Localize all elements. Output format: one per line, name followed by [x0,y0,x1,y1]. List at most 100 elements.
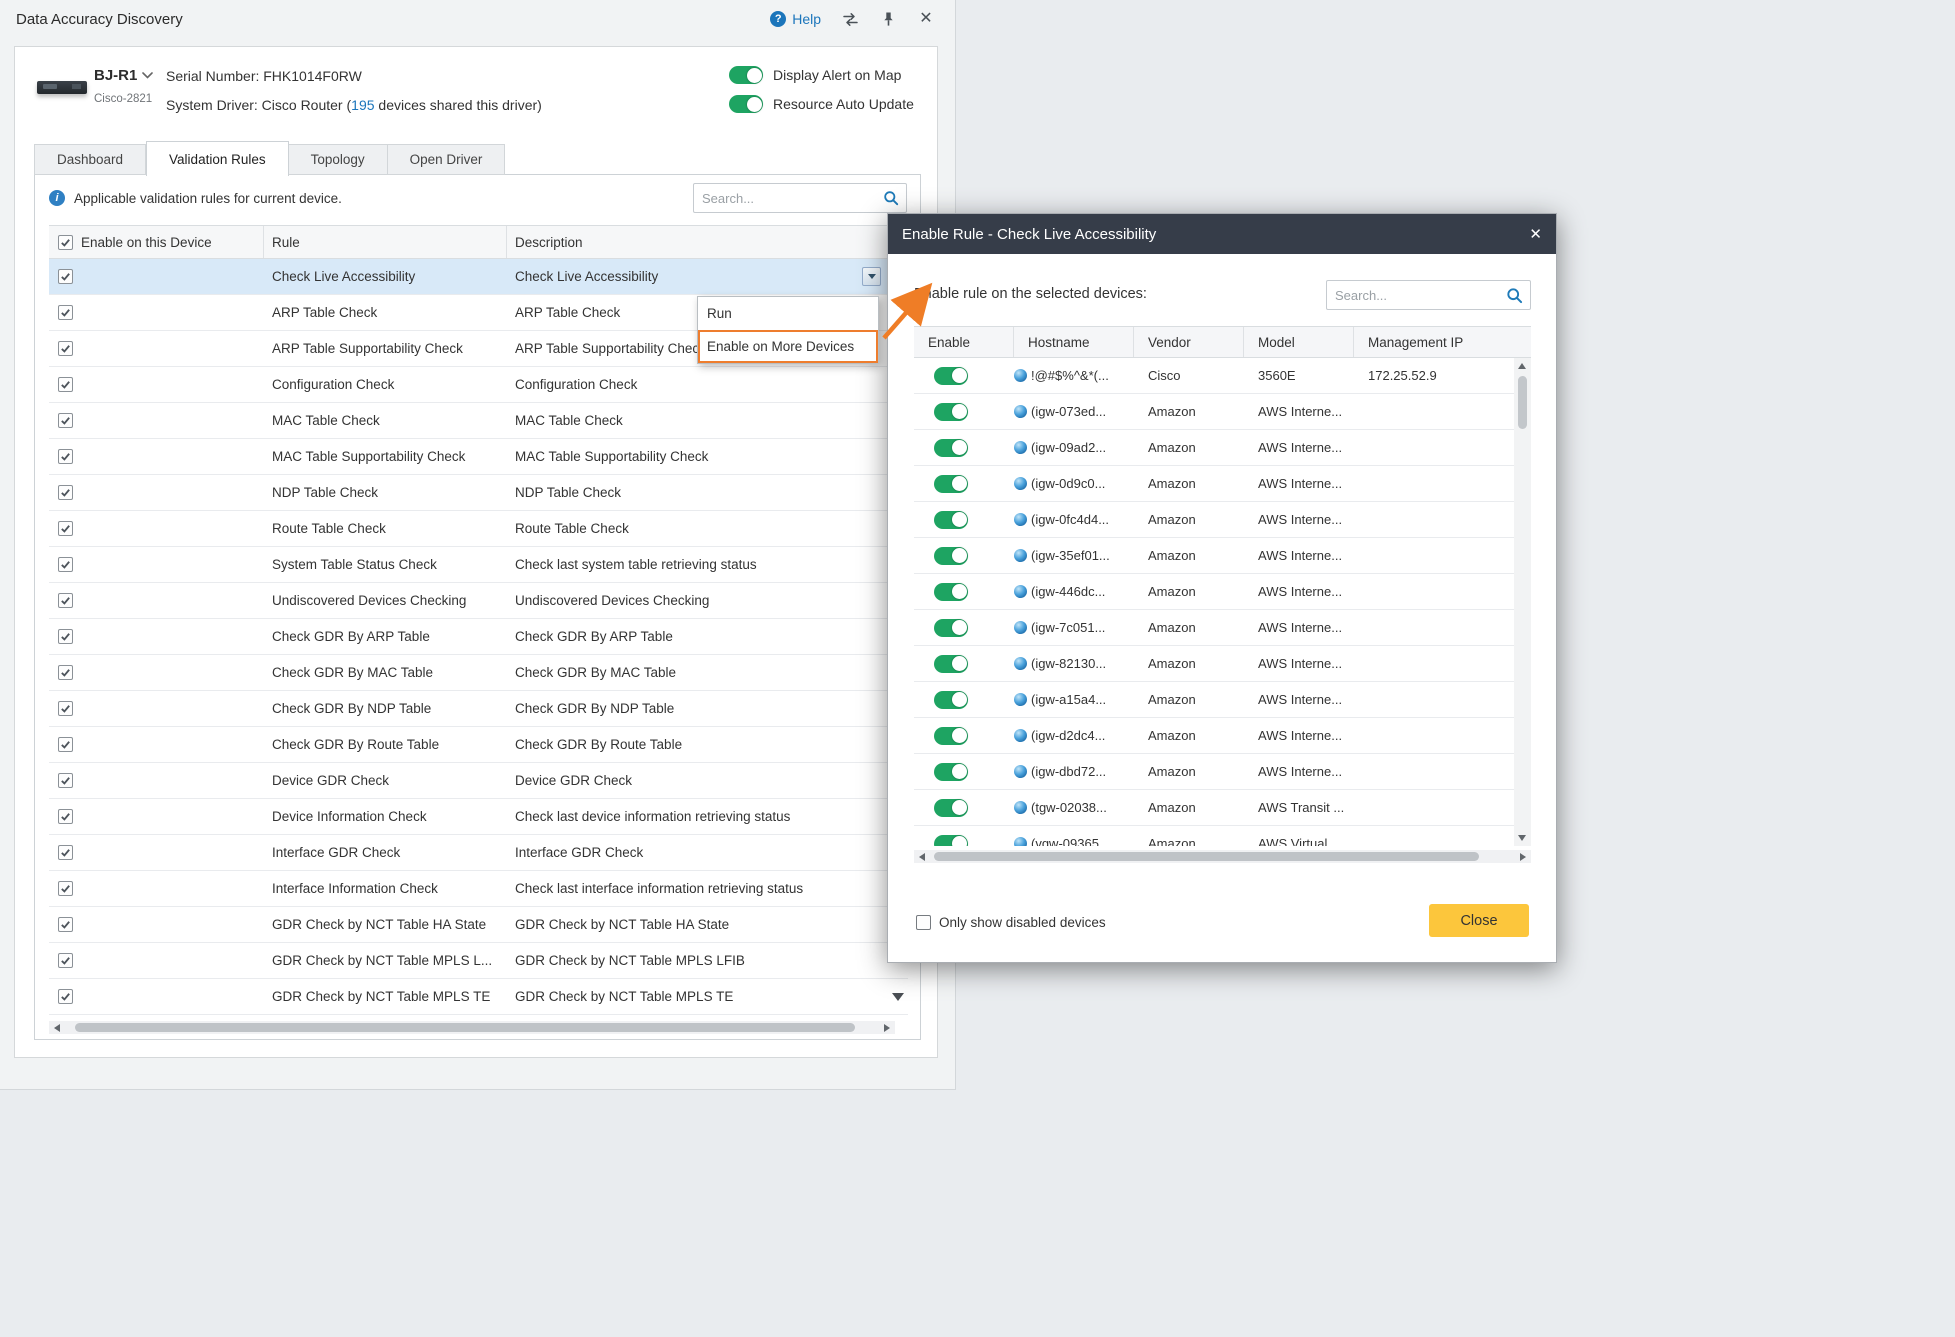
shared-driver-link[interactable]: 195 [351,97,374,113]
rule-enable-checkbox[interactable] [58,629,73,644]
chevron-down-icon[interactable] [142,72,153,79]
rule-row[interactable]: GDR Check by NCT Table MPLS L...GDR Chec… [49,943,908,979]
help-button[interactable]: ? Help [770,11,821,27]
rule-enable-checkbox[interactable] [58,701,73,716]
rule-row[interactable]: Undiscovered Devices CheckingUndiscovere… [49,583,908,619]
rule-row[interactable]: Check GDR By MAC TableCheck GDR By MAC T… [49,655,908,691]
device-enable-toggle[interactable] [934,799,968,817]
rule-row[interactable]: Check GDR By ARP TableCheck GDR By ARP T… [49,619,908,655]
rule-row[interactable]: NDP Table CheckNDP Table Check [49,475,908,511]
rule-row[interactable]: System Table Status CheckCheck last syst… [49,547,908,583]
rule-enable-checkbox[interactable] [58,593,73,608]
rule-row[interactable]: Interface Information CheckCheck last in… [49,871,908,907]
rule-enable-checkbox[interactable] [58,809,73,824]
device-enable-toggle[interactable] [934,439,968,457]
device-row[interactable]: (igw-073ed...AmazonAWS Interne... [914,394,1514,430]
devices-v-scrollbar[interactable] [1514,358,1531,846]
rule-row[interactable]: Interface GDR CheckInterface GDR Check [49,835,908,871]
device-enable-toggle[interactable] [934,475,968,493]
dialog-close-icon[interactable]: ✕ [1529,227,1542,242]
device-row[interactable]: (igw-09ad2...AmazonAWS Interne... [914,430,1514,466]
rule-enable-checkbox[interactable] [58,845,73,860]
rule-enable-checkbox[interactable] [58,557,73,572]
device-enable-toggle[interactable] [934,403,968,421]
devices-h-scrollbar[interactable] [914,850,1531,863]
only-disabled-checkbox-row[interactable]: Only show disabled devices [916,915,1106,930]
pin-icon[interactable] [879,10,897,28]
rules-h-scroll-thumb[interactable] [75,1023,855,1032]
rule-row[interactable]: Check GDR By NDP TableCheck GDR By NDP T… [49,691,908,727]
tab-dashboard[interactable]: Dashboard [34,144,146,175]
rule-row[interactable]: Route Table CheckRoute Table Check [49,511,908,547]
device-row[interactable]: (igw-dbd72...AmazonAWS Interne... [914,754,1514,790]
tab-topology[interactable]: Topology [289,144,388,175]
device-row[interactable]: (vgw-09365...AmazonAWS Virtual [914,826,1514,846]
rules-h-scrollbar[interactable] [49,1021,895,1034]
close-button[interactable]: Close [1429,904,1529,937]
rule-row[interactable]: Device GDR CheckDevice GDR Check [49,763,908,799]
device-row[interactable]: (igw-446dc...AmazonAWS Interne... [914,574,1514,610]
device-enable-toggle[interactable] [934,511,968,529]
device-row[interactable]: (igw-0d9c0...AmazonAWS Interne... [914,466,1514,502]
rule-row[interactable]: Configuration CheckConfiguration Check [49,367,908,403]
rule-enable-checkbox[interactable] [58,773,73,788]
device-enable-toggle[interactable] [934,835,968,847]
only-disabled-checkbox[interactable] [916,915,931,930]
rules-search-input[interactable] [694,191,883,206]
device-row[interactable]: (igw-0fc4d4...AmazonAWS Interne... [914,502,1514,538]
rule-row[interactable]: Check Live AccessibilityCheck Live Acces… [49,259,908,295]
device-enable-toggle[interactable] [934,691,968,709]
device-enable-toggle[interactable] [934,583,968,601]
device-name[interactable]: BJ-R1 [94,67,137,84]
rule-enable-checkbox[interactable] [58,989,73,1004]
rule-enable-checkbox[interactable] [58,341,73,356]
scroll-up-arrow[interactable] [1518,363,1526,369]
scroll-right-arrow[interactable] [884,1024,890,1032]
rule-enable-checkbox[interactable] [58,269,73,284]
device-enable-toggle[interactable] [934,727,968,745]
resource-auto-update-toggle[interactable] [729,95,763,113]
device-row[interactable]: (igw-7c051...AmazonAWS Interne... [914,610,1514,646]
devices-search-icon[interactable] [1506,287,1523,304]
device-enable-toggle[interactable] [934,763,968,781]
rule-row[interactable]: GDR Check by NCT Table HA StateGDR Check… [49,907,908,943]
device-enable-toggle[interactable] [934,547,968,565]
device-row[interactable]: (igw-35ef01...AmazonAWS Interne... [914,538,1514,574]
rule-enable-checkbox[interactable] [58,305,73,320]
devices-v-scroll-thumb[interactable] [1518,376,1527,429]
device-row[interactable]: (igw-d2dc4...AmazonAWS Interne... [914,718,1514,754]
device-row[interactable]: !@#$%^&*(...Cisco3560E172.25.52.9 [914,358,1514,394]
rule-enable-checkbox[interactable] [58,917,73,932]
rule-enable-checkbox[interactable] [58,665,73,680]
device-enable-toggle[interactable] [934,619,968,637]
device-row[interactable]: (tgw-02038...AmazonAWS Transit ... [914,790,1514,826]
device-row[interactable]: (igw-a15a4...AmazonAWS Interne... [914,682,1514,718]
devices-search-input[interactable] [1327,288,1506,303]
search-icon[interactable] [883,190,899,206]
scroll-down-arrow[interactable] [1518,835,1526,841]
rule-enable-checkbox[interactable] [58,521,73,536]
rule-enable-checkbox[interactable] [58,737,73,752]
menu-item-run[interactable]: Run [698,297,878,330]
device-enable-toggle[interactable] [934,655,968,673]
devices-scroll-right-arrow[interactable] [1520,853,1526,861]
tab-open-driver[interactable]: Open Driver [388,144,506,175]
rule-enable-checkbox[interactable] [58,377,73,392]
rules-v-scroll-down-arrow[interactable] [892,993,904,1001]
scroll-left-arrow[interactable] [54,1024,60,1032]
rule-row[interactable]: GDR Check by NCT Table MPLS TEGDR Check … [49,979,908,1015]
rule-row[interactable]: MAC Table CheckMAC Table Check [49,403,908,439]
display-alert-toggle[interactable] [729,66,763,84]
close-icon[interactable]: ✕ [917,10,935,28]
devices-scroll-left-arrow[interactable] [919,853,925,861]
device-enable-toggle[interactable] [934,367,968,385]
rule-row[interactable]: Device Information CheckCheck last devic… [49,799,908,835]
rule-enable-checkbox[interactable] [58,953,73,968]
row-actions-dropdown[interactable] [862,267,881,286]
rule-enable-checkbox[interactable] [58,485,73,500]
device-row[interactable]: (igw-82130...AmazonAWS Interne... [914,646,1514,682]
select-all-checkbox[interactable] [58,235,73,250]
refresh-icon[interactable] [841,10,859,28]
rule-row[interactable]: MAC Table Supportability CheckMAC Table … [49,439,908,475]
devices-h-scroll-thumb[interactable] [934,852,1479,861]
